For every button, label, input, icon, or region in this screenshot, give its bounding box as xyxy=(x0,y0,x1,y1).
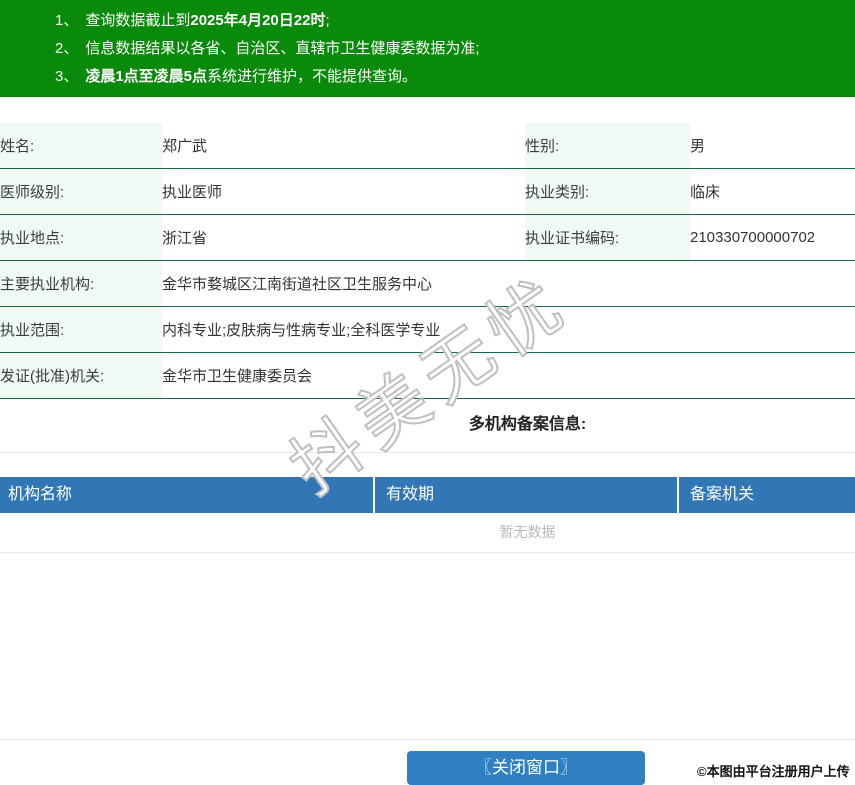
field-value-doctor-level: 执业医师 xyxy=(162,168,525,215)
notice-text: 查询数据截止到 xyxy=(85,12,191,29)
notice-text-bold: 2025年4月20日22时 xyxy=(190,12,326,29)
column-header-validity-period: 有效期 xyxy=(373,477,677,513)
notice-number: 1、 xyxy=(55,12,79,29)
field-label-certificate-no: 执业证书编码: xyxy=(525,214,690,261)
field-value-gender: 男 xyxy=(690,123,855,169)
field-value-practice-scope: 内科专业;皮肤病与性病专业;全科医学专业 xyxy=(162,306,855,353)
field-label-name: 姓名: xyxy=(0,123,162,169)
field-label-doctor-level: 医师级别: xyxy=(0,168,162,215)
field-value-certificate-no: 210330700000702 xyxy=(690,214,855,261)
notice-text: 信息数据结果以各省、自治区、直辖市卫生健康委数据为准; xyxy=(85,40,480,57)
table-row: 执业范围: 内科专业;皮肤病与性病专业;全科医学专业 xyxy=(0,306,855,353)
registry-empty-placeholder: 暂无数据 xyxy=(499,524,556,540)
practitioner-info-table: 姓名: 郑广武 性别: 男 医师级别: 执业医师 执业类别: 临床 执业地点: … xyxy=(0,123,855,399)
notice-text: 系统进行维护，不能提供查询。 xyxy=(207,68,418,85)
field-value-practice-place: 浙江省 xyxy=(162,214,525,261)
field-value-practice-type: 临床 xyxy=(690,168,855,215)
notice-line-3: 3、 凌晨1点至凌晨5点系统进行维护，不能提供查询。 xyxy=(55,63,855,91)
column-header-institution-name: 机构名称 xyxy=(8,486,73,503)
field-label-main-institution: 主要执业机构: xyxy=(0,260,162,307)
divider xyxy=(0,739,855,740)
notice-line-2: 2、 信息数据结果以各省、自治区、直辖市卫生健康委数据为准; xyxy=(55,35,855,63)
column-header-filing-authority: 备案机关 xyxy=(677,477,855,513)
notice-text: ; xyxy=(325,12,330,29)
field-label-practice-scope: 执业范围: xyxy=(0,306,162,353)
multi-institution-section-title: 多机构备案信息: xyxy=(468,416,587,433)
field-label-gender: 性别: xyxy=(525,123,690,169)
field-value-name: 郑广武 xyxy=(162,123,525,169)
table-row: 主要执业机构: 金华市婺城区江南街道社区卫生服务中心 xyxy=(0,260,855,307)
field-value-main-institution: 金华市婺城区江南街道社区卫生服务中心 xyxy=(162,260,855,307)
table-row: 医师级别: 执业医师 执业类别: 临床 xyxy=(0,168,855,215)
field-value-issuing-authority: 金华市卫生健康委员会 xyxy=(162,352,855,399)
field-label-issuing-authority: 发证(批准)机关: xyxy=(0,352,162,399)
notice-text-bold: 凌晨1点至凌晨5点 xyxy=(85,68,208,85)
table-row: 执业地点: 浙江省 执业证书编码: 210330700000702 xyxy=(0,214,855,261)
field-label-practice-type: 执业类别: xyxy=(525,168,690,215)
query-result-page: 1、 查询数据截止到2025年4月20日22时; 2、 信息数据结果以各省、自治区、… xyxy=(0,0,855,785)
divider xyxy=(0,552,855,553)
divider xyxy=(0,452,855,453)
table-row: 发证(批准)机关: 金华市卫生健康委员会 xyxy=(0,352,855,399)
close-window-button[interactable]: 〖关闭窗口〗 xyxy=(407,751,645,785)
registry-table-header: 机构名称 有效期 备案机关 xyxy=(0,477,855,513)
notice-line-1: 1、 查询数据截止到2025年4月20日22时; xyxy=(55,7,855,35)
notice-number: 3、 xyxy=(55,68,79,85)
field-label-practice-place: 执业地点: xyxy=(0,214,162,261)
notice-number: 2、 xyxy=(55,40,79,57)
notice-banner: 1、 查询数据截止到2025年4月20日22时; 2、 信息数据结果以各省、自治区、… xyxy=(0,0,855,97)
copyright-overlay: ©本图由平台注册用户上传 xyxy=(697,764,850,779)
table-row: 姓名: 郑广武 性别: 男 xyxy=(0,123,855,169)
